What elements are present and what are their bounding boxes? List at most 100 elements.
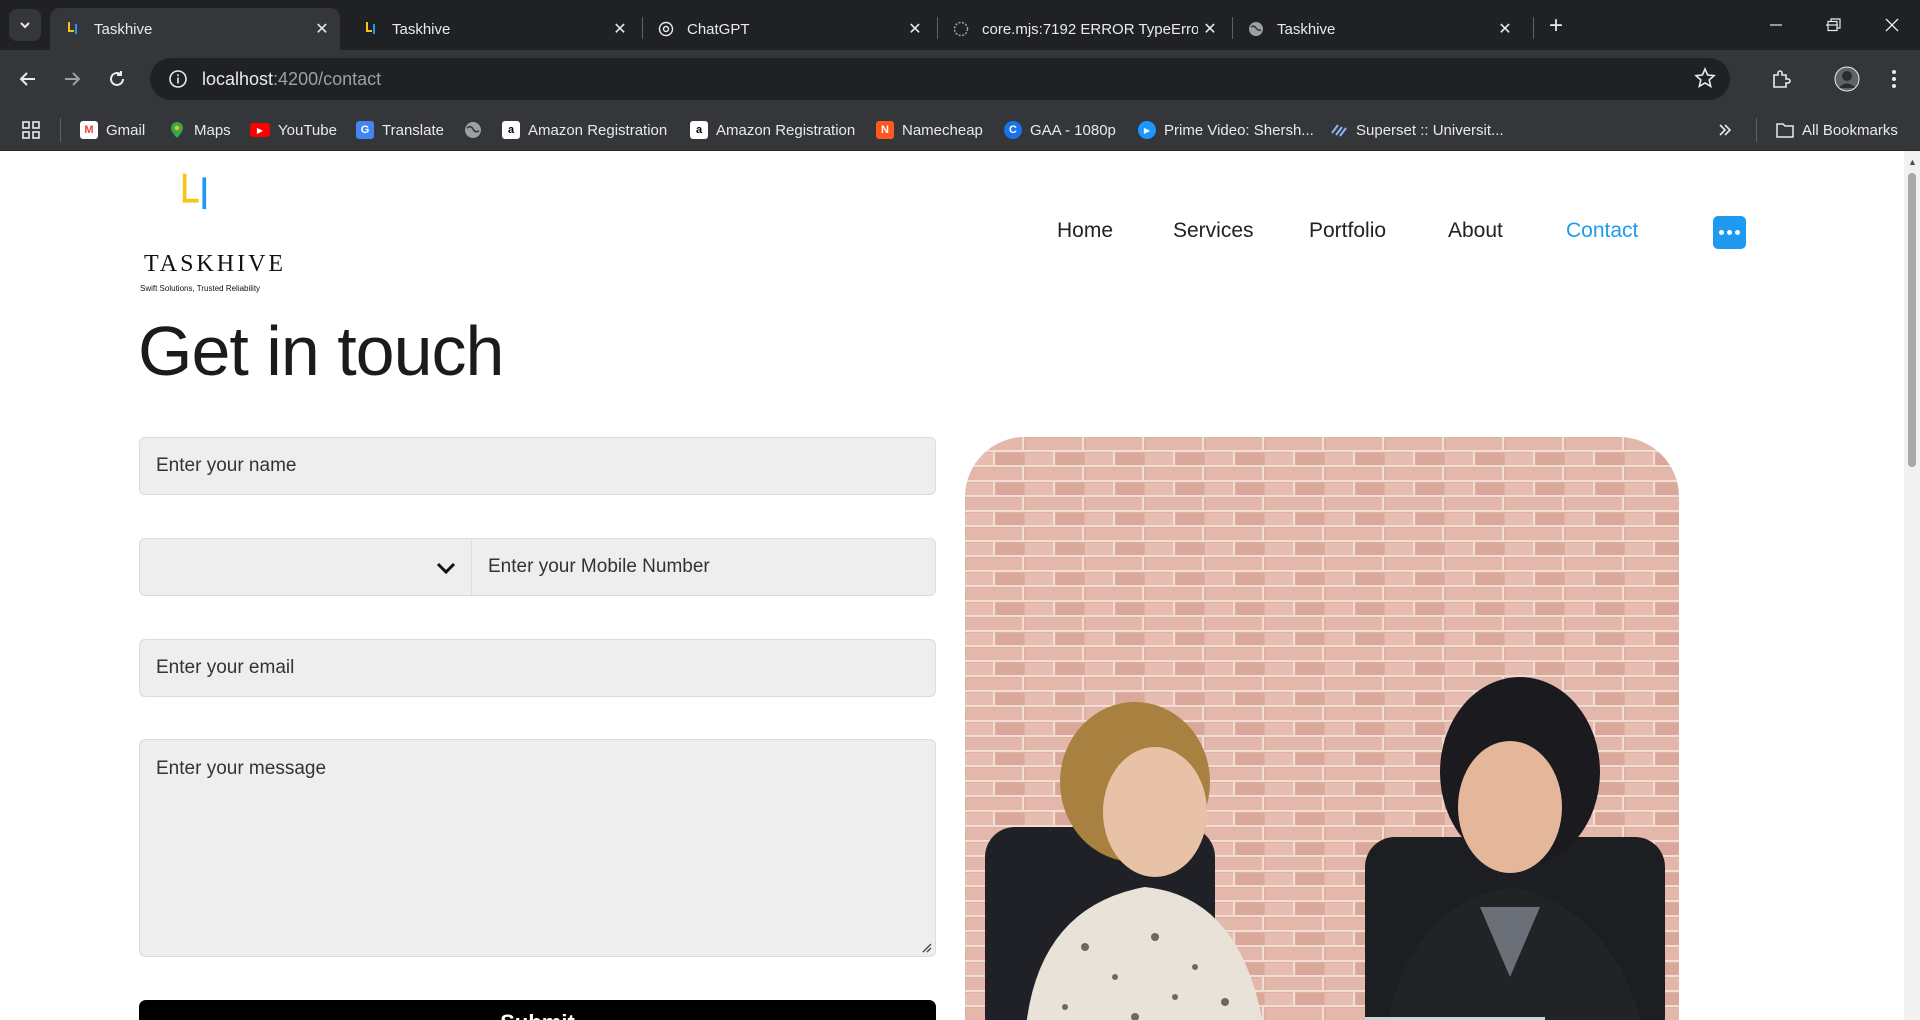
name-input[interactable]: Enter your name xyxy=(139,437,936,495)
bookmark-youtube[interactable]: ▶ YouTube xyxy=(250,118,337,142)
mobile-number-input[interactable]: Enter your Mobile Number xyxy=(471,538,936,596)
close-window-button[interactable] xyxy=(1864,0,1920,50)
bookmark-prime-video[interactable]: ▶ Prime Video: Shersh... xyxy=(1138,118,1314,142)
tab-title: ChatGPT xyxy=(687,20,750,38)
chevron-down-icon xyxy=(436,562,456,575)
scroll-up-arrow-icon[interactable]: ▲ xyxy=(1908,157,1917,167)
page-scrollbar[interactable]: ▲ xyxy=(1904,151,1920,1020)
taskhive-logo-icon xyxy=(182,173,207,210)
extensions-button[interactable] xyxy=(1764,62,1798,96)
puzzle-icon xyxy=(1773,70,1791,88)
nav-home[interactable]: Home xyxy=(1057,219,1113,243)
scrollbar-thumb[interactable] xyxy=(1908,173,1916,467)
tab-title: core.mjs:7192 ERROR TypeError xyxy=(982,20,1198,38)
nav-contact[interactable]: Contact xyxy=(1566,219,1638,243)
email-placeholder: Enter your email xyxy=(156,657,295,678)
bookmark-amazon-2[interactable]: a Amazon Registration xyxy=(690,118,855,142)
nav-services[interactable]: Services xyxy=(1173,219,1254,243)
tab-taskhive[interactable]: Taskhive ✕ xyxy=(348,8,638,50)
country-code-select[interactable] xyxy=(139,538,472,596)
bookmark-namecheap[interactable]: N Namecheap xyxy=(876,118,983,142)
tab-title: Taskhive xyxy=(1277,20,1336,38)
close-icon[interactable]: ✕ xyxy=(1493,17,1517,41)
gmail-icon: M xyxy=(80,121,98,139)
tab-separator xyxy=(1533,17,1534,39)
globe-icon xyxy=(1247,20,1265,38)
site-info-icon[interactable] xyxy=(158,58,198,100)
url-text[interactable]: localhost:4200/contact xyxy=(202,69,381,90)
nav-portfolio[interactable]: Portfolio xyxy=(1309,219,1386,243)
tab-title: Taskhive xyxy=(94,20,153,38)
ellipsis-icon xyxy=(1727,230,1732,235)
close-icon[interactable]: ✕ xyxy=(903,17,927,41)
superset-icon xyxy=(1330,121,1348,139)
reload-icon xyxy=(110,71,124,86)
url-path: :4200/contact xyxy=(273,68,382,89)
url-host: localhost xyxy=(202,68,274,89)
close-icon[interactable]: ✕ xyxy=(310,17,334,41)
bookmark-translate[interactable]: G Translate xyxy=(356,118,444,142)
translate-icon: G xyxy=(356,121,374,139)
bookmark-maps[interactable]: Maps xyxy=(168,118,231,142)
contact-photo xyxy=(965,437,1679,1020)
window-controls xyxy=(1748,0,1920,50)
reload-button[interactable] xyxy=(100,62,134,96)
resize-handle-icon[interactable] xyxy=(920,941,932,953)
address-bar[interactable]: localhost:4200/contact xyxy=(150,58,1730,100)
double-chevron-right-icon xyxy=(1719,124,1732,136)
mobile-placeholder: Enter your Mobile Number xyxy=(488,556,710,577)
arrow-left-icon xyxy=(19,72,35,86)
bookmark-label: Namecheap xyxy=(902,121,983,139)
email-input[interactable]: Enter your email xyxy=(139,639,936,697)
maps-icon xyxy=(168,121,186,139)
close-icon[interactable]: ✕ xyxy=(608,17,632,41)
browser-menu-button[interactable] xyxy=(1877,62,1911,96)
bookmark-label: Prime Video: Shersh... xyxy=(1164,121,1314,139)
bookmark-gaa[interactable]: C GAA - 1080p xyxy=(1004,118,1116,142)
youtube-icon: ▶ xyxy=(250,123,270,137)
page-content: TASKHIVE Swift Solutions, Trusted Reliab… xyxy=(0,151,1904,1020)
chevron-down-icon xyxy=(20,22,30,29)
avatar-icon xyxy=(1834,66,1860,92)
tab-core-error[interactable]: core.mjs:7192 ERROR TypeError ✕ xyxy=(938,8,1228,50)
bookmark-amazon-1[interactable]: a Amazon Registration xyxy=(502,118,667,142)
taskhive-logo-icon xyxy=(362,20,380,38)
bookmark-star-icon[interactable] xyxy=(1694,66,1716,94)
forward-button[interactable] xyxy=(55,62,89,96)
bookmark-label: Gmail xyxy=(106,121,146,139)
submit-button[interactable]: Submit xyxy=(139,1000,936,1020)
new-tab-button[interactable]: + xyxy=(1540,12,1572,40)
apps-button[interactable] xyxy=(22,118,40,142)
nav-about[interactable]: About xyxy=(1448,219,1503,243)
all-bookmarks-button[interactable]: All Bookmarks xyxy=(1776,118,1898,142)
tab-taskhive-active[interactable]: Taskhive ✕ xyxy=(50,8,340,50)
angular-dots-icon xyxy=(952,20,970,38)
bookmarks-overflow-button[interactable] xyxy=(1718,118,1732,142)
back-button[interactable] xyxy=(11,62,45,96)
tab-chatgpt[interactable]: ChatGPT ✕ xyxy=(643,8,933,50)
arrow-right-icon xyxy=(65,72,81,86)
namecheap-icon: N xyxy=(876,121,894,139)
tab-taskhive-globe[interactable]: Taskhive ✕ xyxy=(1233,8,1523,50)
more-options-button[interactable] xyxy=(1713,216,1746,249)
tab-search-button[interactable] xyxy=(9,9,41,41)
apps-grid-icon xyxy=(22,121,40,139)
bookmarks-bar: M Gmail Maps ▶ YouTube G Translate a Ama… xyxy=(0,108,1920,151)
bookmark-globe[interactable] xyxy=(464,118,490,142)
profile-avatar[interactable] xyxy=(1830,62,1864,96)
message-placeholder: Enter your message xyxy=(156,758,327,779)
bookmark-label: Superset :: Universit... xyxy=(1356,121,1504,139)
minimize-icon xyxy=(1770,24,1782,26)
browser-chrome: Taskhive ✕ Taskhive ✕ ChatGPT ✕ core.mjs… xyxy=(0,0,1920,151)
bookmark-separator xyxy=(60,118,61,142)
bookmark-superset[interactable]: Superset :: Universit... xyxy=(1330,118,1504,142)
message-textarea[interactable]: Enter your message xyxy=(139,739,936,957)
restore-button[interactable] xyxy=(1806,0,1862,50)
minimize-button[interactable] xyxy=(1748,0,1804,50)
all-bookmarks-label: All Bookmarks xyxy=(1802,121,1898,139)
bookmark-label: Translate xyxy=(382,121,444,139)
close-icon[interactable]: ✕ xyxy=(1198,17,1222,41)
bookmark-gmail[interactable]: M Gmail xyxy=(80,118,145,142)
page-title: Get in touch xyxy=(138,312,504,390)
tab-title: Taskhive xyxy=(392,20,451,38)
